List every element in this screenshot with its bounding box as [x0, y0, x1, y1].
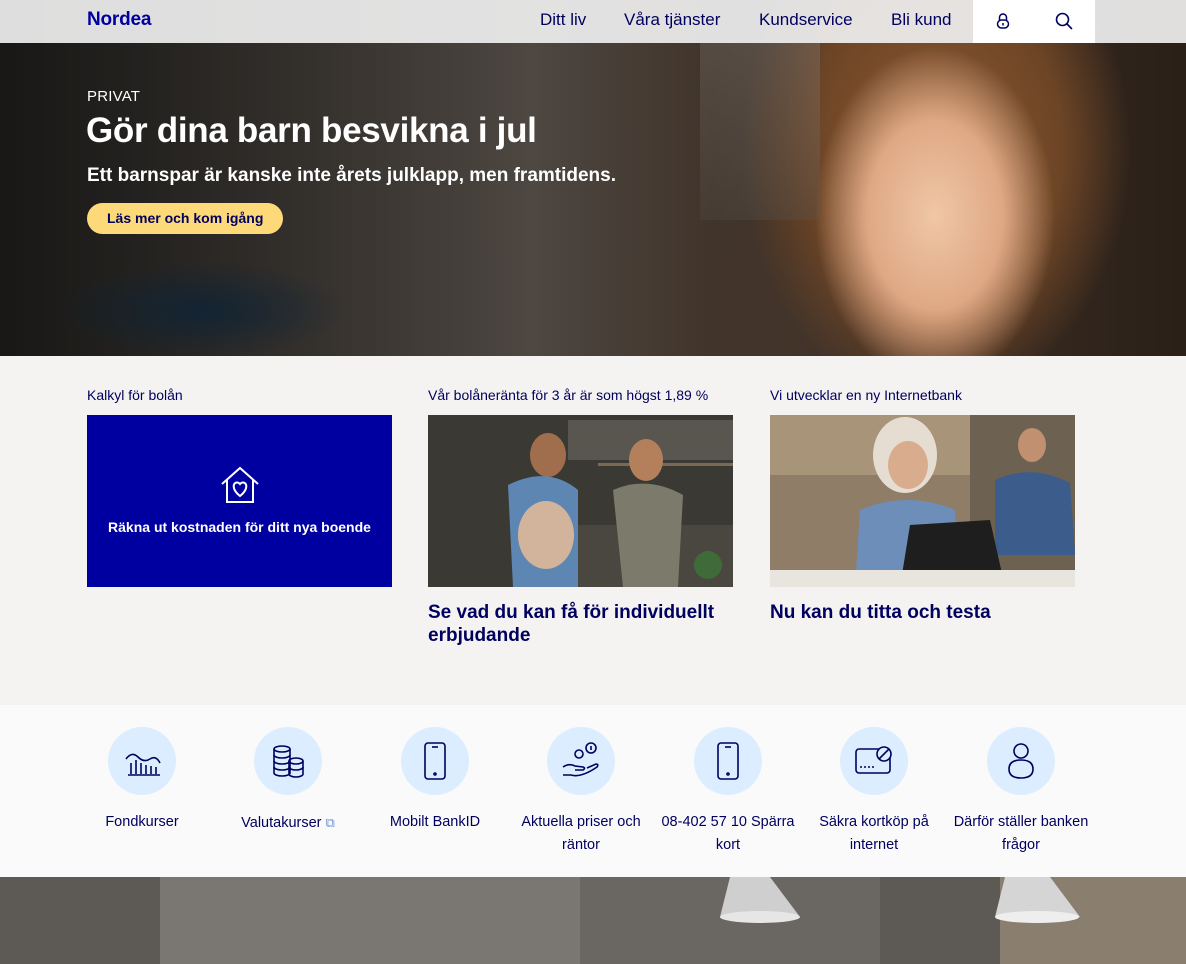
card-label-bolanranta: Vår bolåneränta för 3 år är som högst 1,…	[428, 387, 709, 403]
search-icon[interactable]	[1053, 10, 1075, 32]
hero-banner: PRIVAT Gör dina barn besvikna i jul Ett …	[0, 0, 1186, 356]
mobile-icon	[424, 742, 446, 780]
secure-card-icon	[855, 746, 892, 774]
external-link-icon: ⧉	[325, 815, 335, 830]
card-title-erbjudande[interactable]: Se vad du kan få för individuellt erbjud…	[428, 601, 728, 647]
person-icon	[1008, 743, 1034, 779]
mobile-icon	[717, 742, 739, 780]
calculator-text: Räkna ut kostnaden för ditt nya boende	[108, 519, 371, 535]
card-label-internetbank: Vi utvecklar en ny Internetbank	[770, 387, 962, 403]
woman-laptop-photo[interactable]	[770, 415, 1075, 587]
card-label-kalkyl: Kalkyl för bolån	[87, 387, 183, 403]
nav-ditt-liv[interactable]: Ditt liv	[540, 10, 586, 30]
top-header: Nordea Ditt liv Våra tjänster Kundservic…	[0, 0, 1186, 43]
nav-kundservice[interactable]: Kundservice	[759, 10, 853, 30]
nav-vara-tjanster[interactable]: Våra tjänster	[624, 10, 720, 30]
nav-bli-kund[interactable]: Bli kund	[891, 10, 951, 30]
couple-kitchen-photo[interactable]	[428, 415, 733, 587]
fund-chart-icon	[125, 753, 161, 776]
mortgage-calculator-card[interactable]: Räkna ut kostnaden för ditt nya boende	[87, 415, 392, 587]
hero-cta-button[interactable]: Läs mer och kom igång	[87, 203, 284, 234]
hero-label: PRIVAT	[87, 88, 141, 105]
header-actions	[973, 0, 1095, 43]
nordea-logo[interactable]: Nordea	[87, 9, 151, 31]
hero-title: Gör dina barn besvikna i jul	[86, 111, 537, 150]
quick-links: Fondkurser Valutakurser ⧉ Mobilt BankID	[0, 705, 1186, 877]
hand-coins-icon	[562, 742, 599, 777]
card-title-testa[interactable]: Nu kan du titta och testa	[770, 601, 1070, 624]
hero-subtitle: Ett barnspar är kanske inte årets julkla…	[87, 165, 617, 186]
lock-icon[interactable]	[992, 10, 1014, 32]
bottom-banner-image	[0, 877, 1186, 964]
coins-icon	[273, 745, 304, 778]
house-heart-icon	[221, 466, 259, 503]
